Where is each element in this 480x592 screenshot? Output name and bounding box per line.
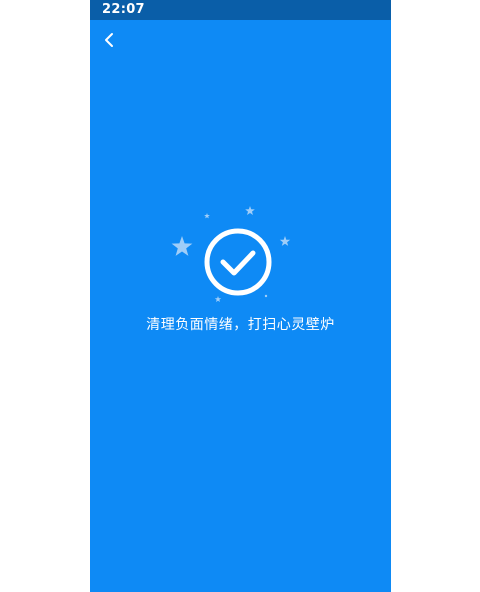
- star-icon: [279, 236, 291, 246]
- checkmark-circle-icon: [204, 228, 272, 296]
- back-button[interactable]: [98, 28, 122, 52]
- chevron-left-icon: [105, 33, 113, 47]
- status-bar: 22:07: [90, 0, 391, 20]
- app-screen: 22:07 清理负面情绪，打扫心灵壁炉: [90, 0, 391, 592]
- star-icon: [245, 206, 255, 215]
- star-icon: [171, 236, 193, 256]
- status-time: 22:07: [102, 2, 145, 17]
- star-icon: [204, 213, 210, 219]
- result-message: 清理负面情绪，打扫心灵壁炉: [146, 317, 335, 333]
- success-graphic: [160, 200, 320, 310]
- star-icon: [214, 296, 222, 302]
